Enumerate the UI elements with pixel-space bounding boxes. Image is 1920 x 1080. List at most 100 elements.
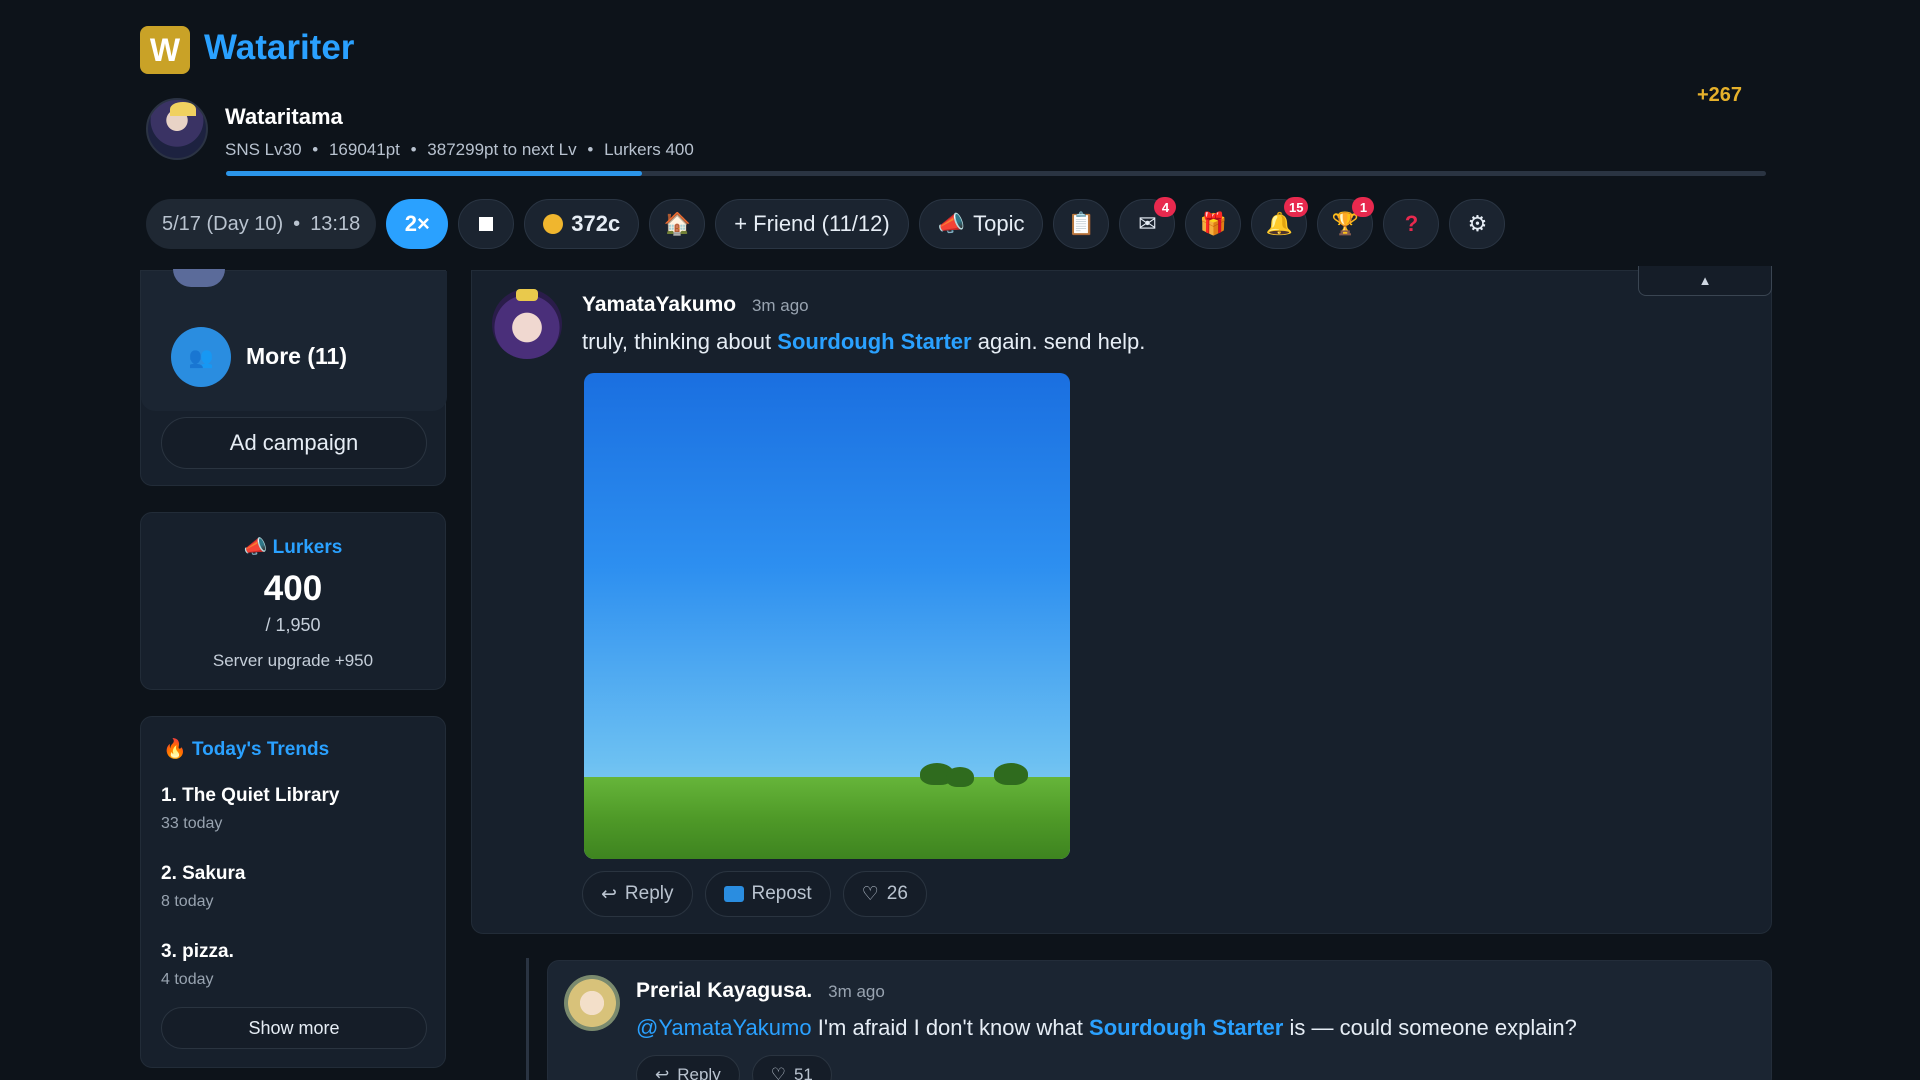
ad-campaign-button[interactable]: Ad campaign [161,417,427,469]
coin-balance[interactable]: 372c [524,199,640,249]
time-label: 13:18 [310,212,361,235]
like-button[interactable]: ♡ 26 [842,871,927,917]
trophy-badge: 1 [1352,197,1375,217]
stop-button[interactable] [458,199,515,249]
trend-count: 4 today [161,971,214,988]
trend-name: 3. pizza. [161,941,234,962]
user-avatar[interactable] [146,98,208,160]
post-text-before: truly, thinking about [582,329,778,354]
header: W Watariter Wataritama SNS Lv30 • 169041… [0,0,1920,275]
trend-count: 8 today [161,893,214,910]
coin-amount: 372c [571,211,621,236]
trend-item[interactable]: 1. The Quiet Library 33 today [161,785,339,833]
server-upgrade-info: Server upgrade +950 [212,651,374,670]
trends-title: 🔥 Today's Trends [163,737,329,761]
notifications-badge: 15 [1284,197,1309,217]
help-button[interactable]: ? [1383,199,1440,249]
topic-link[interactable]: Sourdough Starter [1089,1015,1283,1040]
reply-icon: ↩ [601,883,617,905]
clipboard-button[interactable]: 📋 [1053,199,1110,249]
notifications-button[interactable]: 🔔 15 [1251,197,1309,249]
coin-icon [543,214,564,234]
home-button[interactable]: 🏠 [649,199,706,249]
user-points: 169041pt [328,140,400,159]
lurkers-max: / 1,950 [265,615,321,635]
megaphone-icon: 📣 [937,211,966,236]
topic-label: Topic [973,211,1025,236]
post-actions: ↩ Reply Repost ♡ 26 [582,871,927,917]
gift-button[interactable]: 🎁 [1185,199,1242,249]
mail-icon: ✉ [1138,211,1157,236]
reply-label: Reply [677,1065,721,1080]
home-icon: 🏠 [663,211,691,236]
user-stats: SNS Lv30 • 169041pt • 387299pt to next L… [225,140,700,160]
clipboard-icon: 📋 [1067,211,1096,236]
trend-item[interactable]: 2. Sakura 8 today [161,863,246,911]
more-friends-icon[interactable]: 👥 [171,327,231,387]
show-more-trends-button[interactable]: Show more [161,1007,427,1049]
stat-separator: • [312,140,319,159]
speed-button[interactable]: 2× [386,199,449,249]
reply-icon: ↩ [655,1065,670,1080]
post-text-after: again. send help. [971,329,1146,354]
gift-icon: 🎁 [1199,211,1228,236]
reply-card: Prerial Kayagusa. 3m ago @YamataYakumo I… [547,960,1772,1080]
user-name: Wataritama [225,104,343,129]
level-progress-fill [226,171,642,176]
thread-line [526,958,529,1080]
trends-title-label: Today's Trends [191,739,330,760]
reply-actions: ↩ Reply ♡ 51 [636,1055,832,1080]
settings-button[interactable]: ⚙ [1449,199,1506,249]
post-image[interactable] [584,373,1070,859]
trophy-button[interactable]: 🏆 1 [1317,197,1375,249]
reply-author-name[interactable]: Prerial Kayagusa. [636,979,812,1002]
reply-button[interactable]: ↩ Reply [636,1055,740,1080]
reply-author-avatar[interactable] [564,975,620,1031]
app-logo[interactable]: W [140,26,190,74]
gear-icon: ⚙ [1467,211,1488,236]
lurkers-title: 📣 Lurkers [141,535,445,559]
post-timestamp: 3m ago [751,296,809,315]
date-label: 5/17 (Day 10) [162,212,284,235]
topic-link[interactable]: Sourdough Starter [777,329,971,354]
tree [946,767,974,787]
post-card: YamataYakumo 3m ago truly, thinking abou… [471,270,1772,934]
like-count: 51 [793,1065,813,1080]
more-friends-label[interactable]: More (11) [246,343,347,370]
mail-badge: 4 [1154,197,1177,217]
bell-icon: 🔔 [1265,211,1294,236]
reply-button[interactable]: ↩ Reply [582,871,693,917]
heart-icon: ♡ [861,883,879,905]
post-header: YamataYakumo 3m ago [582,293,809,317]
tree [994,763,1028,785]
user-level: SNS Lv30 [225,140,302,159]
question-icon: ? [1404,211,1419,236]
user-points-to-next: 387299pt to next Lv [427,140,577,159]
post-text: truly, thinking about Sourdough Starter … [582,329,1145,355]
lurkers-panel: 📣 Lurkers 400 / 1,950 Server upgrade +95… [140,512,446,690]
repost-icon [723,886,744,902]
like-button[interactable]: ♡ 51 [751,1055,832,1080]
trend-name: 1. The Quiet Library [161,785,340,806]
trend-count: 33 today [161,815,223,832]
like-count: 26 [886,883,908,904]
post-author-avatar[interactable] [492,289,562,359]
repost-label: Repost [751,883,812,904]
post-author-name[interactable]: YamataYakumo [582,293,736,316]
add-friend-button[interactable]: + Friend (11/12) [715,199,909,249]
grass-field [584,777,1070,859]
repost-button[interactable]: Repost [704,871,831,917]
trend-item[interactable]: 3. pizza. 4 today [161,941,234,989]
topic-button[interactable]: 📣 Topic [918,199,1044,249]
heart-icon: ♡ [770,1065,786,1080]
toolbar: 5/17 (Day 10) • 13:18 2× 372c 🏠 + Friend… [146,197,1506,250]
lurkers-count: 400 [263,569,323,608]
level-progress-bar [226,171,1766,176]
scroll-to-top-button[interactable]: ▲ [1638,266,1772,296]
trophy-icon: 🏆 [1331,211,1360,236]
stat-separator: • [410,140,417,159]
friend-avatar[interactable] [173,269,225,287]
mention-link[interactable]: @YamataYakumo [636,1015,812,1040]
app-title: Watariter [204,28,355,67]
mail-button[interactable]: ✉ 4 [1119,197,1177,249]
